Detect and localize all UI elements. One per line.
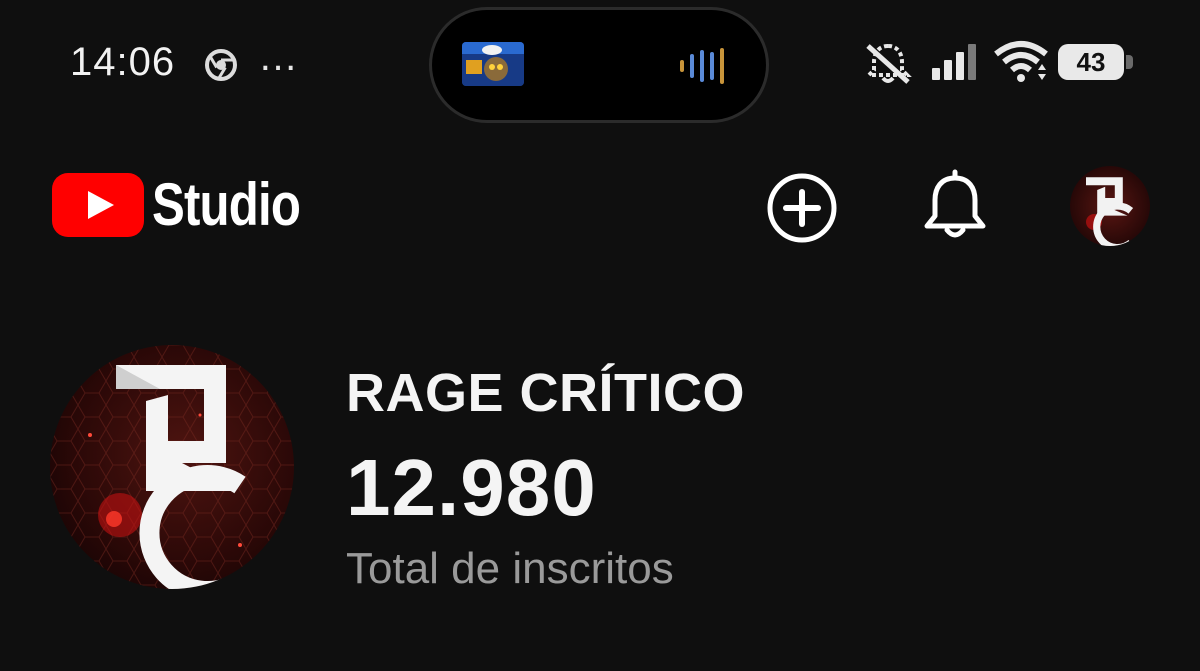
more-notifications-icon: …	[258, 35, 298, 79]
channel-logo-icon	[1070, 166, 1150, 246]
account-avatar[interactable]	[1070, 166, 1150, 246]
subscriber-label: Total de inscritos	[346, 544, 674, 593]
channel-name: RAGE CRÍTICO	[346, 363, 746, 423]
battery-level: 43	[1076, 47, 1106, 77]
battery-icon: 43	[1058, 44, 1134, 80]
app-title: Studio	[152, 171, 301, 238]
media-thumbnail	[462, 42, 524, 86]
create-icon[interactable]	[766, 172, 838, 244]
chrome-icon	[205, 49, 237, 81]
subscriber-count: 12.980	[346, 443, 597, 532]
signal-icon	[932, 44, 976, 80]
channel-avatar[interactable]	[50, 345, 294, 589]
audio-wave-icon	[680, 48, 724, 84]
mute-icon	[864, 43, 912, 84]
notifications-icon[interactable]	[922, 168, 988, 242]
media-island[interactable]	[432, 10, 766, 120]
battery-cap	[1126, 55, 1133, 69]
wifi-icon	[994, 41, 1048, 82]
channel-logo-icon	[50, 345, 294, 589]
status-time: 14:06	[70, 40, 176, 84]
youtube-logo-icon[interactable]	[52, 173, 144, 237]
